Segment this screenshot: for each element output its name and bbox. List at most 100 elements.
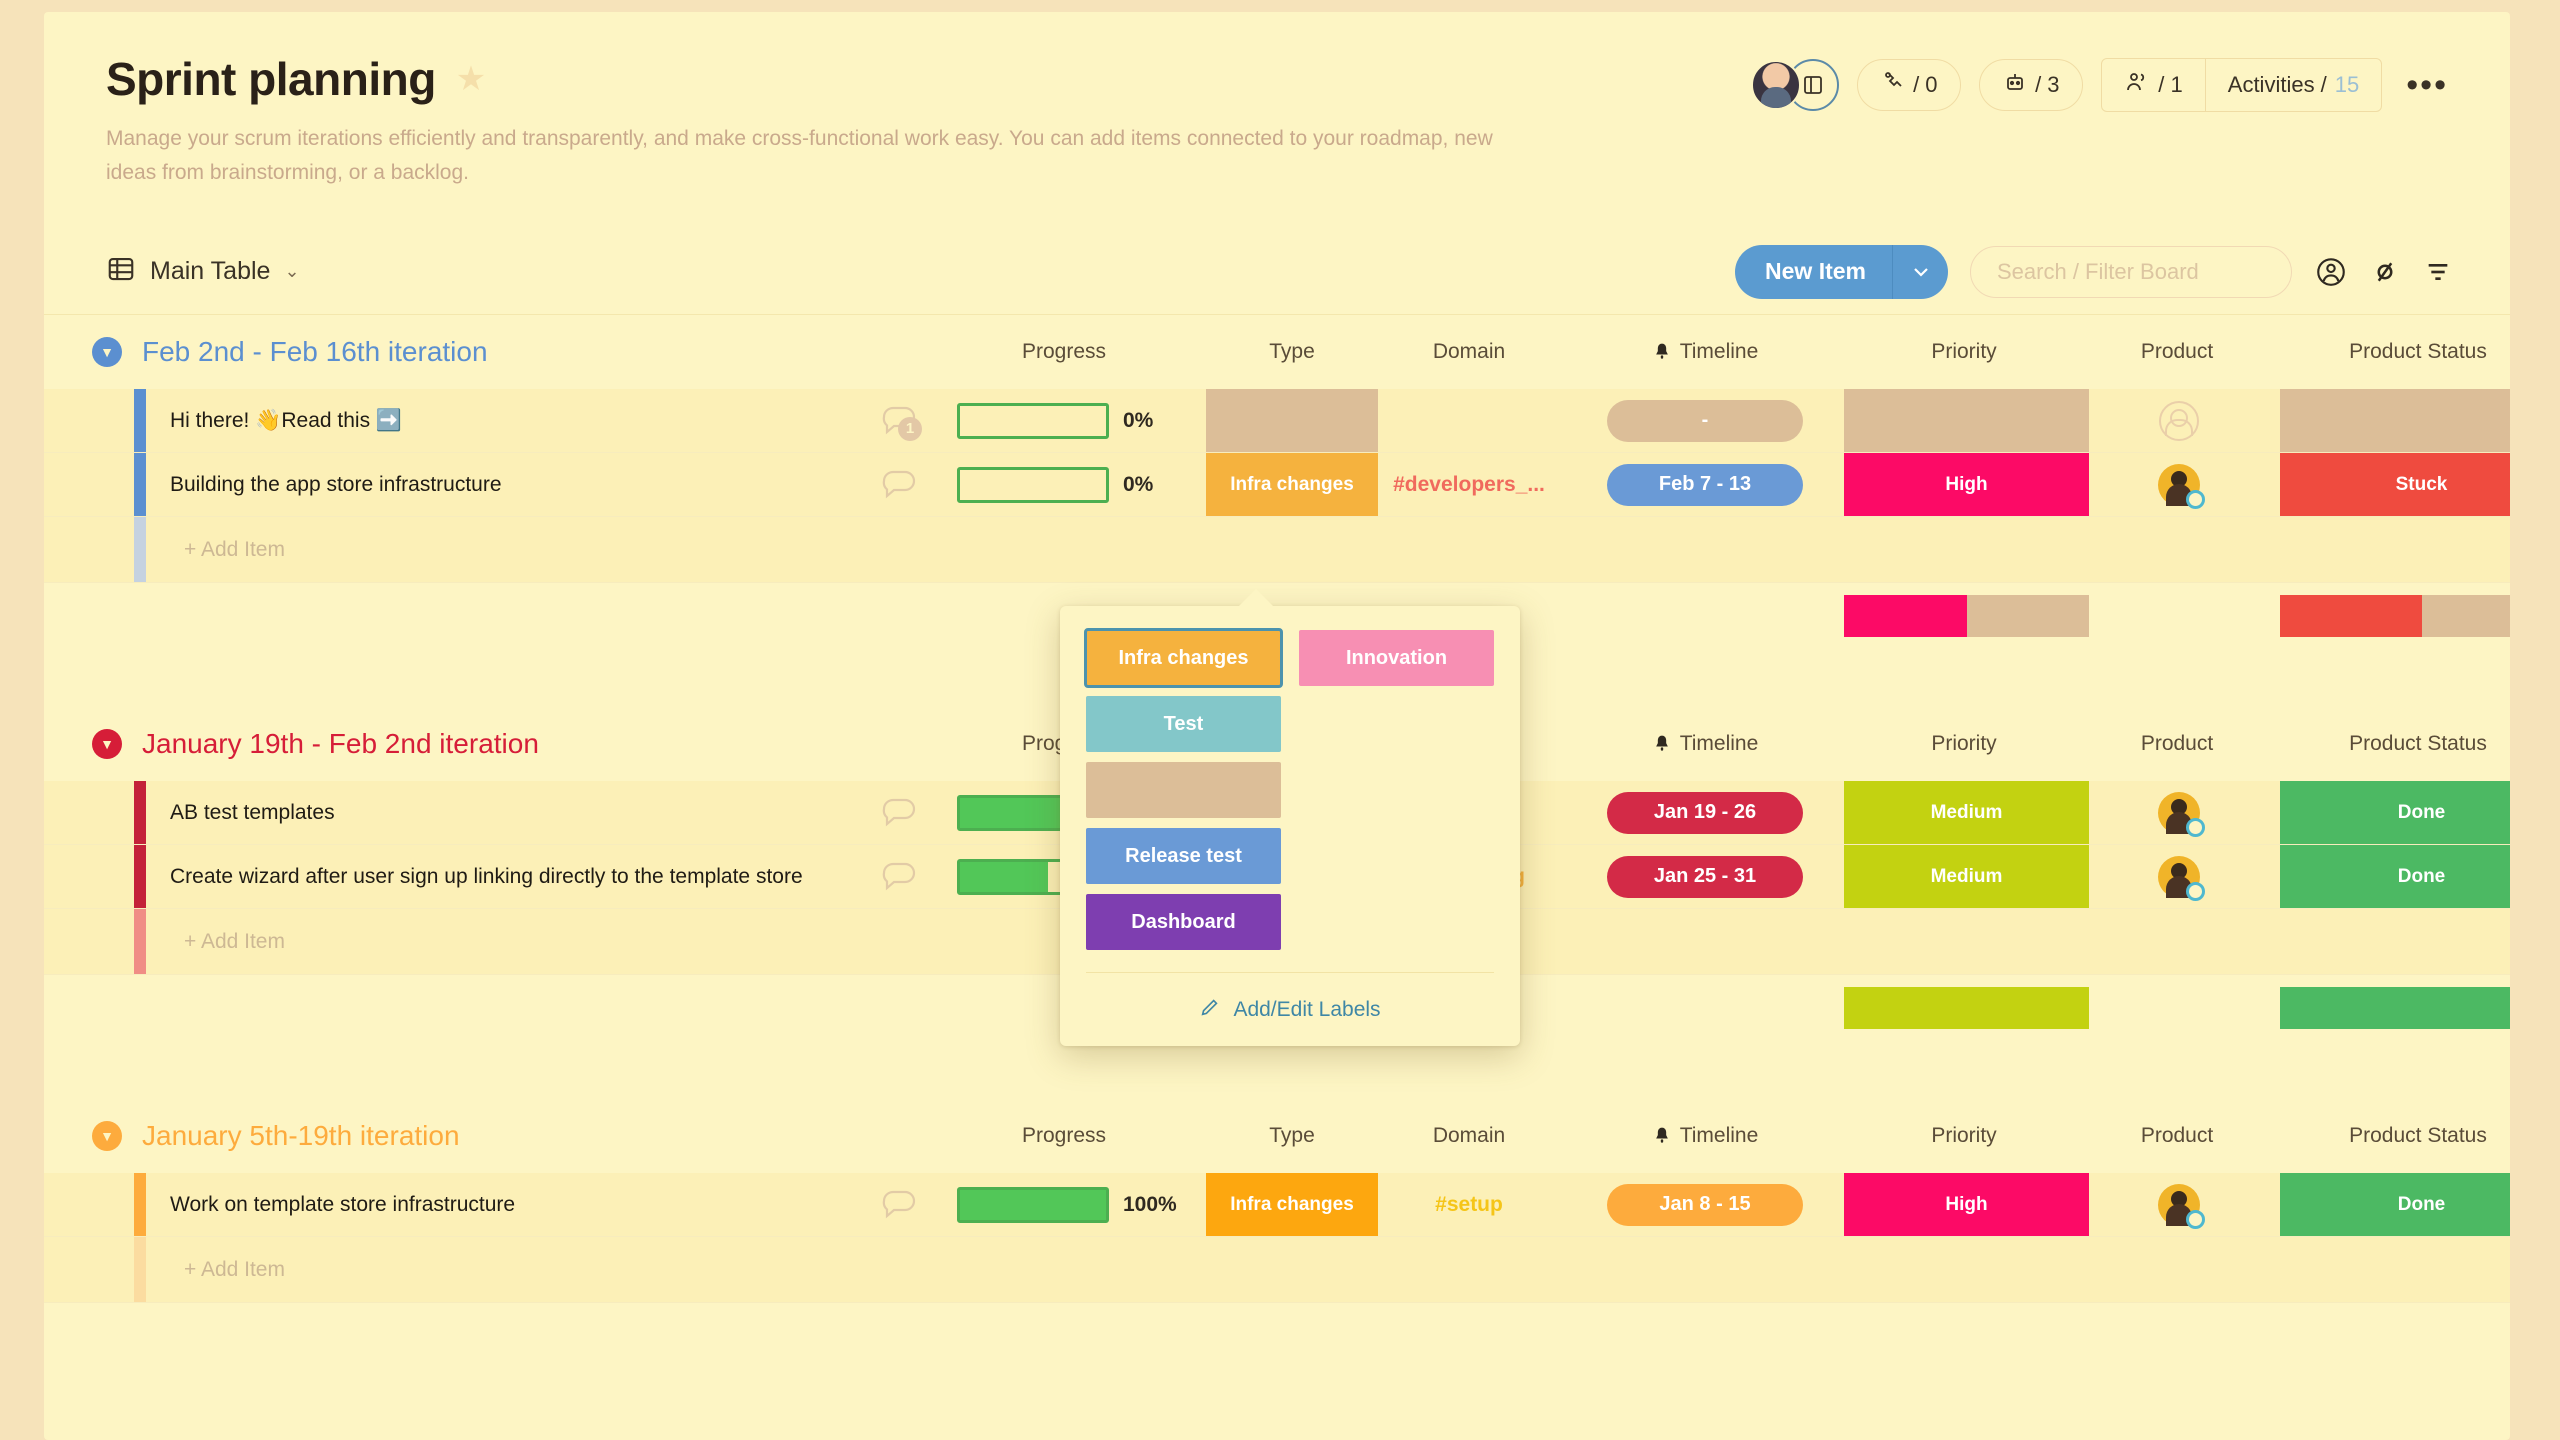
table-row[interactable]: Work on template store infrastructure 100…	[44, 1173, 2510, 1238]
add-item-label[interactable]: + Add Item	[184, 517, 285, 582]
avatar[interactable]	[2158, 463, 2205, 509]
members-button[interactable]: / 1	[2102, 59, 2204, 111]
product-status-chip[interactable]	[2280, 389, 2510, 453]
timeline-chip[interactable]: Jan 25 - 31	[1607, 855, 1803, 898]
add-item-row[interactable]: + Add Item	[44, 1237, 2510, 1304]
group-title[interactable]: January 19th - Feb 2nd iteration	[142, 728, 539, 760]
type-cell[interactable]	[1206, 389, 1378, 453]
product-status-chip[interactable]: Done	[2280, 845, 2510, 909]
more-options-button[interactable]: •••	[2400, 66, 2454, 105]
chevron-down-icon[interactable]: ⌄	[284, 261, 299, 282]
product-cell[interactable]	[2104, 1173, 2254, 1236]
column-header-type[interactable]: Type	[1172, 1124, 1412, 1148]
column-header-type[interactable]: Type	[1172, 340, 1412, 364]
column-header-timeline[interactable]: Timeline	[1585, 1124, 1825, 1148]
timeline-cell[interactable]: Jan 19 - 26	[1595, 781, 1815, 844]
group-collapse-icon[interactable]: ▼	[92, 337, 122, 368]
dropdown-option-release-test[interactable]: Release test	[1086, 828, 1281, 884]
product-cell[interactable]	[2104, 389, 2254, 452]
group-collapse-icon[interactable]: ▼	[92, 1121, 122, 1152]
priority-chip[interactable]	[1844, 389, 2089, 453]
dropdown-option-infra-changes[interactable]: Infra changes	[1084, 628, 1283, 688]
priority-cell[interactable]: High	[1844, 1173, 2089, 1237]
priority-cell[interactable]: Medium	[1844, 781, 2089, 845]
row-item-name[interactable]: Create wizard after user sign up linking…	[170, 845, 803, 908]
domain-cell[interactable]	[1384, 389, 1554, 452]
timeline-chip[interactable]: Jan 19 - 26	[1607, 791, 1803, 834]
column-header-timeline[interactable]: Timeline	[1585, 340, 1825, 364]
row-item-name[interactable]: AB test templates	[170, 781, 335, 844]
tab-main-table[interactable]: Main Table ⌄	[106, 254, 300, 289]
progress-cell[interactable]: 100%	[904, 1173, 1234, 1236]
progress-bar[interactable]	[957, 1186, 1109, 1223]
product-status-cell[interactable]: Stuck	[2280, 453, 2510, 517]
column-header-product-status[interactable]: Product Status	[2298, 1124, 2510, 1148]
priority-cell[interactable]: High	[1844, 453, 2089, 517]
new-item-button[interactable]: New Item	[1735, 244, 1948, 299]
table-row[interactable]: Building the app store infrastructure 0% I…	[44, 453, 2510, 518]
dropdown-option-blank[interactable]	[1086, 762, 1281, 818]
new-item-dropdown-toggle[interactable]	[1892, 244, 1948, 299]
domain-tag[interactable]: #setup	[1435, 1193, 1503, 1217]
automations-button[interactable]: / 3	[1979, 59, 2084, 111]
dropdown-option-innovation[interactable]: Innovation	[1299, 630, 1494, 686]
progress-bar[interactable]	[957, 402, 1109, 439]
summary-bar-priority[interactable]	[1844, 595, 2089, 638]
group-collapse-icon[interactable]: ▼	[92, 729, 122, 760]
avatar-group[interactable]	[1751, 59, 1840, 111]
add-edit-labels-button[interactable]: Add/Edit Labels	[1086, 972, 1494, 1046]
person-placeholder-icon[interactable]	[2159, 400, 2199, 441]
row-item-name[interactable]: Hi there! 👋Read this ➡️	[170, 389, 402, 452]
timeline-chip[interactable]: Feb 7 - 13	[1607, 463, 1803, 506]
table-row[interactable]: Hi there! 👋Read this ➡️ 1 0% -	[44, 389, 2510, 454]
priority-chip[interactable]: Medium	[1844, 781, 2089, 845]
search-input[interactable]: Search / Filter Board	[1970, 245, 2292, 298]
column-header-priority[interactable]: Priority	[1844, 1124, 2084, 1148]
timeline-cell[interactable]: Jan 8 - 15	[1595, 1173, 1815, 1236]
column-header-product[interactable]: Product	[2057, 340, 2297, 364]
column-header-domain[interactable]: Domain	[1349, 1124, 1589, 1148]
dropdown-option-dashboard[interactable]: Dashboard	[1086, 894, 1281, 950]
column-header-product[interactable]: Product	[2057, 732, 2297, 756]
domain-cell[interactable]: #setup	[1384, 1173, 1554, 1236]
add-item-row[interactable]: + Add Item	[44, 517, 2510, 584]
priority-cell[interactable]: Medium	[1844, 845, 2089, 909]
avatar[interactable]	[2158, 855, 2205, 901]
summary-bar-status[interactable]	[2280, 595, 2510, 638]
product-cell[interactable]	[2104, 845, 2254, 908]
priority-chip[interactable]: High	[1844, 453, 2089, 517]
product-status-cell[interactable]: Done	[2280, 845, 2510, 909]
avatar[interactable]	[2158, 1183, 2205, 1229]
timeline-cell[interactable]: Jan 25 - 31	[1595, 845, 1815, 908]
product-cell[interactable]	[2104, 453, 2254, 516]
row-item-name[interactable]: Building the app store infrastructure	[170, 453, 502, 516]
group-title[interactable]: Feb 2nd - Feb 16th iteration	[142, 336, 488, 368]
favorite-star-icon[interactable]: ★	[456, 62, 486, 96]
column-header-priority[interactable]: Priority	[1844, 340, 2084, 364]
type-chip[interactable]: Infra changes	[1206, 1173, 1378, 1237]
timeline-chip[interactable]: -	[1607, 399, 1803, 442]
avatar[interactable]	[1751, 60, 1802, 110]
timeline-cell[interactable]: Feb 7 - 13	[1595, 453, 1815, 516]
priority-chip[interactable]: High	[1844, 1173, 2089, 1237]
hide-columns-icon[interactable]	[2370, 257, 2400, 287]
product-status-chip[interactable]: Done	[2280, 781, 2510, 845]
column-header-product[interactable]: Product	[2057, 1124, 2297, 1148]
domain-cell[interactable]: #developers_...	[1384, 453, 1554, 516]
group-title[interactable]: January 5th-19th iteration	[142, 1120, 460, 1152]
priority-chip[interactable]: Medium	[1844, 845, 2089, 909]
timeline-cell[interactable]: -	[1595, 389, 1815, 452]
column-header-domain[interactable]: Domain	[1349, 340, 1589, 364]
column-header-product-status[interactable]: Product Status	[2298, 340, 2510, 364]
sort-filter-icon[interactable]	[2422, 256, 2454, 288]
progress-cell[interactable]: 0%	[904, 389, 1234, 452]
row-item-name[interactable]: Work on template store infrastructure	[170, 1173, 515, 1236]
column-header-progress[interactable]: Progress	[944, 340, 1184, 364]
add-item-label[interactable]: + Add Item	[184, 1237, 285, 1302]
column-header-progress[interactable]: Progress	[944, 1124, 1184, 1148]
summary-bar-status[interactable]	[2280, 987, 2510, 1030]
product-status-cell[interactable]: Done	[2280, 781, 2510, 845]
summary-bar-priority[interactable]	[1844, 987, 2089, 1030]
product-status-cell[interactable]: Done	[2280, 1173, 2510, 1237]
dropdown-option-test[interactable]: Test	[1086, 696, 1281, 752]
